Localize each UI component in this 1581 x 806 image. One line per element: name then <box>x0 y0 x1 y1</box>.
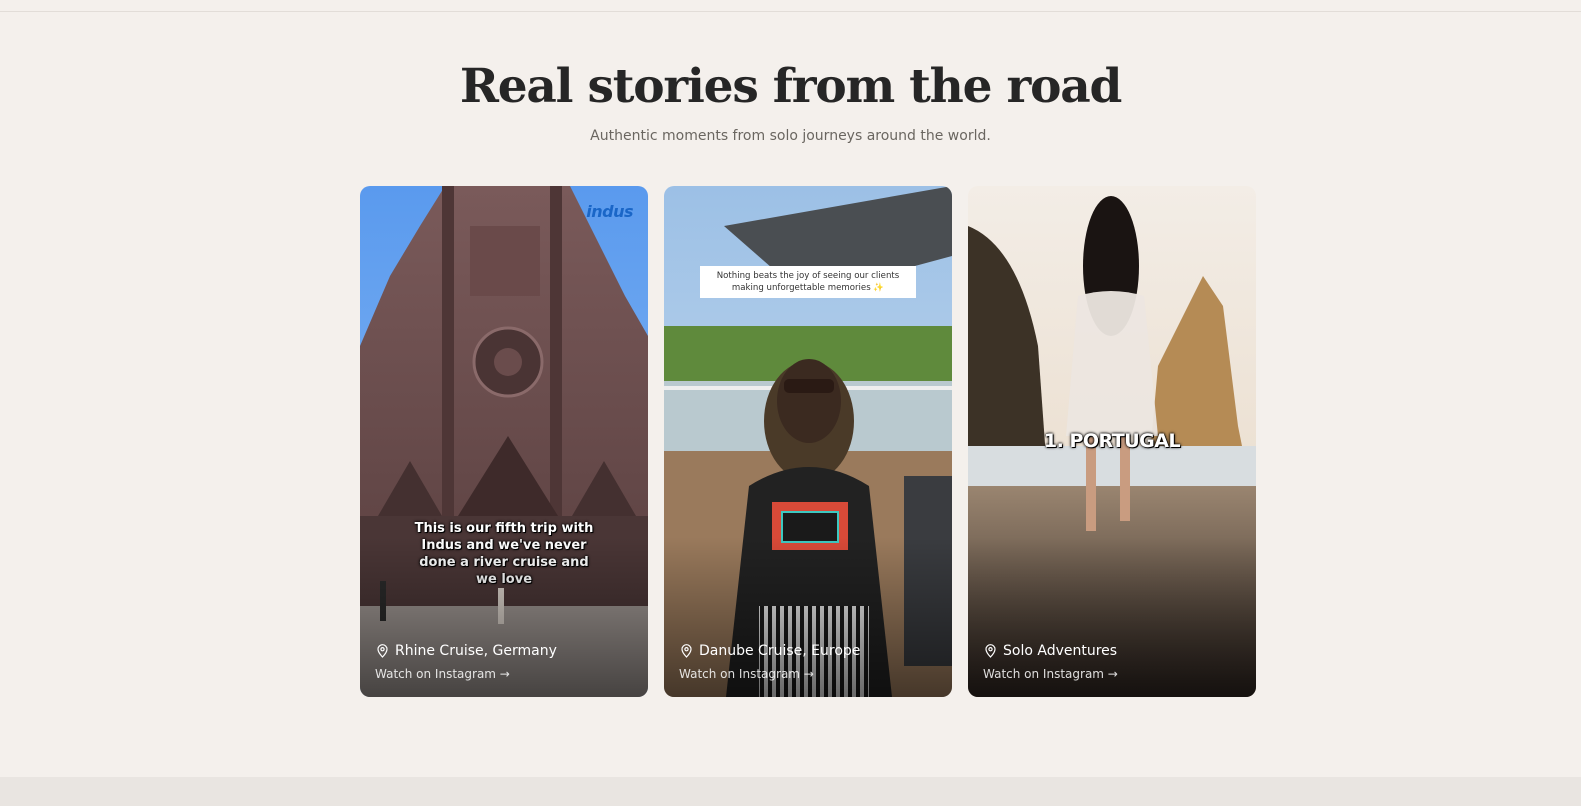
map-pin-icon <box>681 644 692 658</box>
brand-logo: indus <box>586 202 633 221</box>
video-caption: 1. PORTUGAL <box>1043 430 1181 452</box>
map-pin-icon <box>985 644 996 658</box>
watch-on-instagram-link[interactable]: Watch on Instagram → <box>983 667 1118 681</box>
map-pin-icon <box>377 644 388 658</box>
story-card-solo[interactable]: 1. PORTUGAL Solo Adventures Watch on Ins… <box>968 186 1256 697</box>
location-label: Rhine Cruise, Germany <box>395 643 557 659</box>
location-label: Solo Adventures <box>1003 643 1118 659</box>
card-location: Solo Adventures <box>984 643 1117 659</box>
watch-on-instagram-link[interactable]: Watch on Instagram → <box>679 667 814 681</box>
section-subtitle: Authentic moments from solo journeys aro… <box>590 128 991 144</box>
watch-on-instagram-link[interactable]: Watch on Instagram → <box>375 667 510 681</box>
top-divider <box>0 11 1581 12</box>
card-location: Rhine Cruise, Germany <box>376 643 557 659</box>
story-card-danube[interactable]: Nothing beats the joy of seeing our clie… <box>664 186 952 697</box>
footer-band <box>0 777 1581 806</box>
story-cards: indus This is our fifth trip with Indus … <box>360 186 1256 697</box>
section-header: Real stories from the road Authentic mom… <box>0 56 1581 146</box>
location-label: Danube Cruise, Europe <box>699 643 861 659</box>
video-caption: Nothing beats the joy of seeing our clie… <box>700 266 916 298</box>
story-card-rhine[interactable]: indus This is our fifth trip with Indus … <box>360 186 648 697</box>
section-title: Real stories from the road <box>459 59 1122 114</box>
card-location: Danube Cruise, Europe <box>680 643 860 659</box>
